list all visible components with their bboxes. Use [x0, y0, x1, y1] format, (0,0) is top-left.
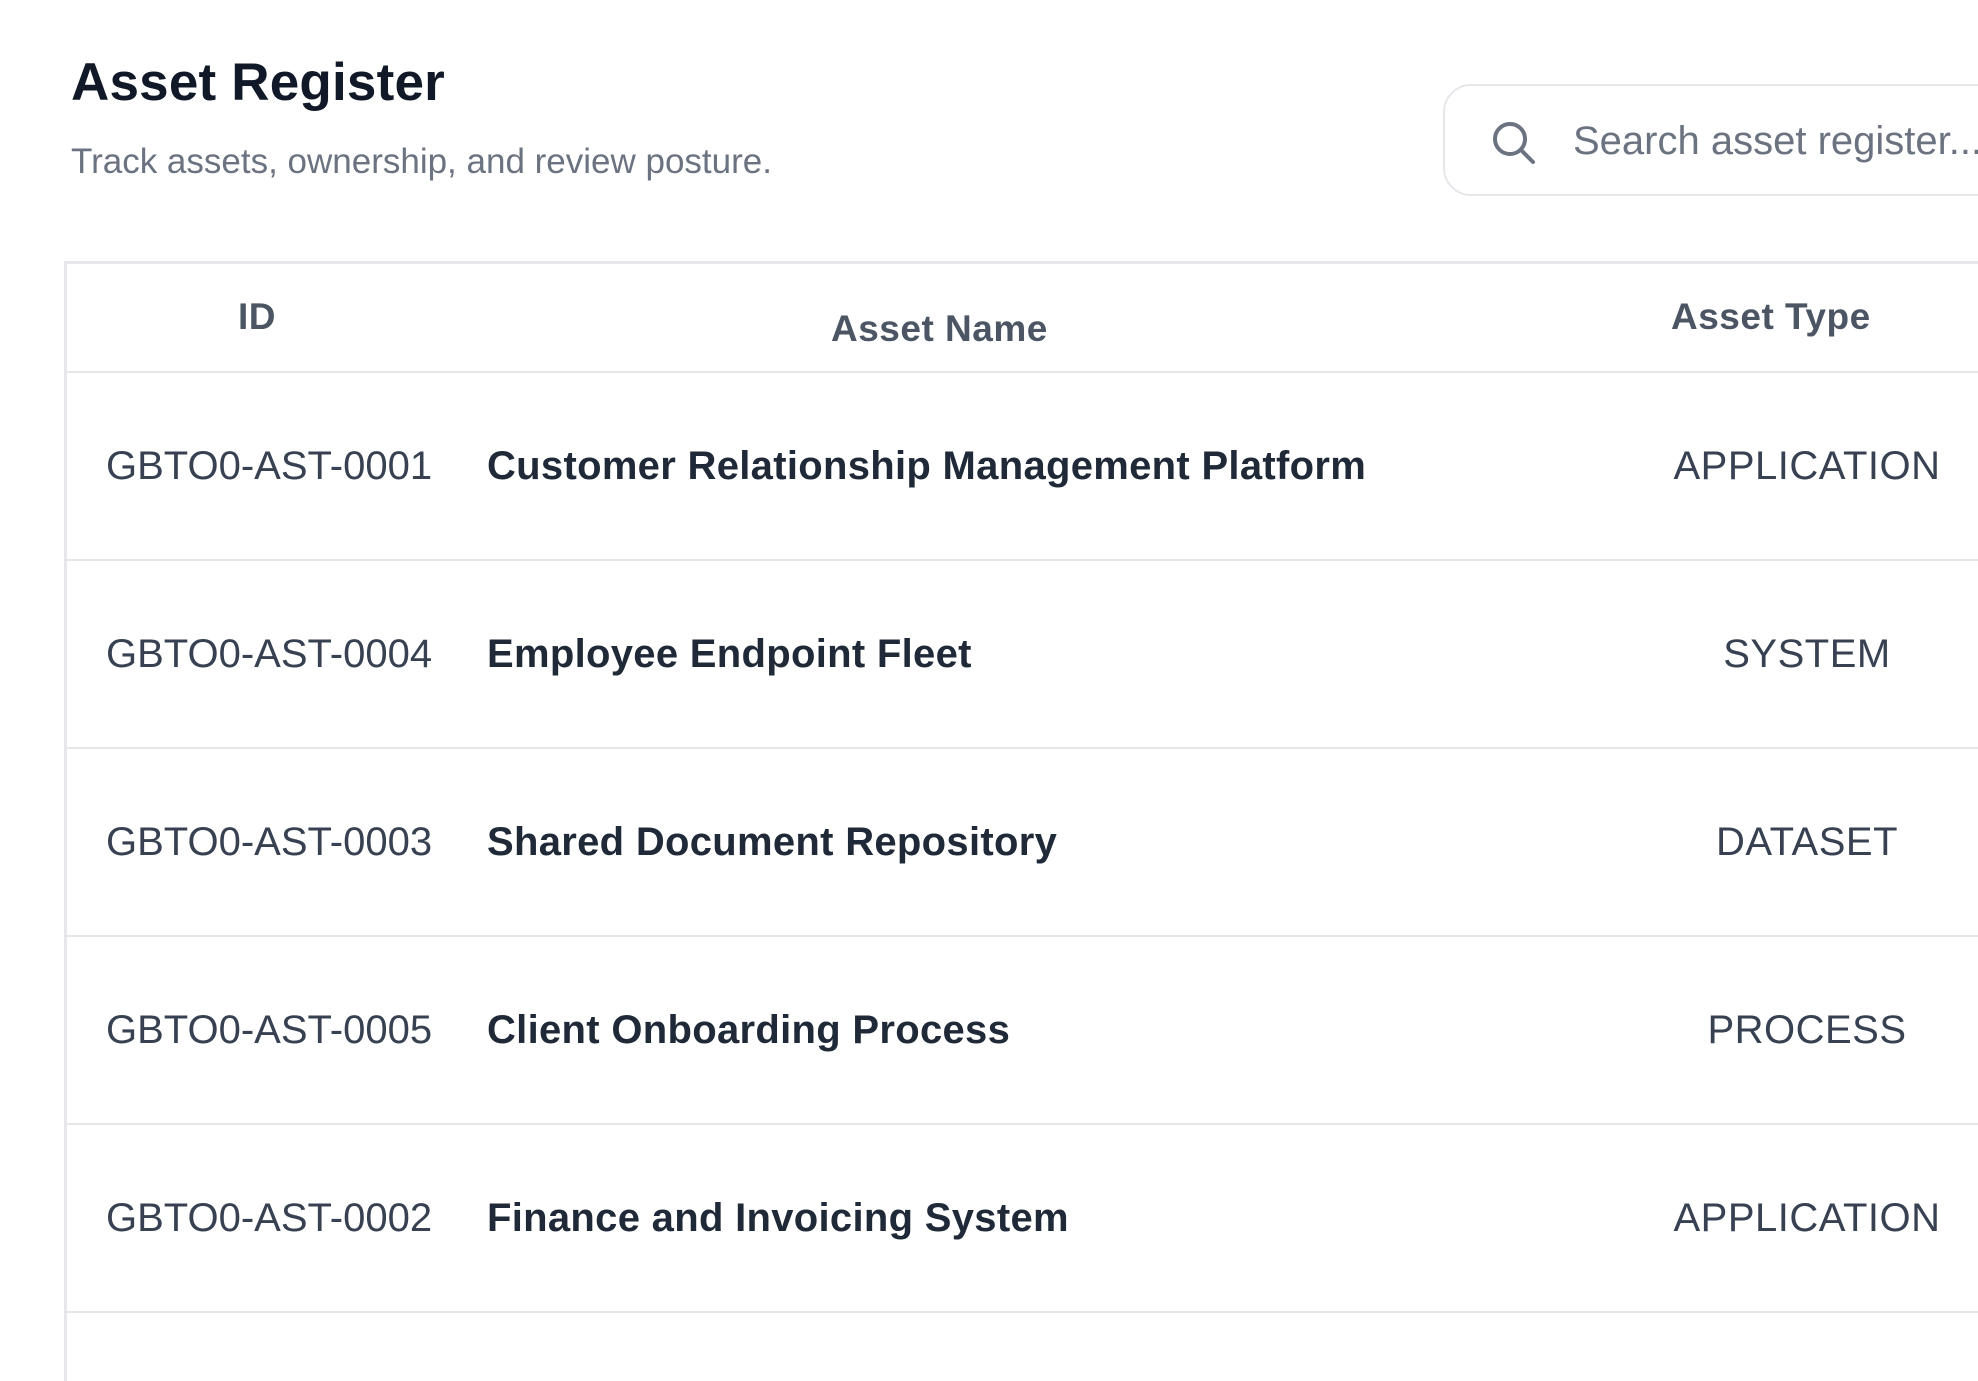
- table-row[interactable]: GBTO0-AST-0005 Client Onboarding Process…: [67, 936, 1978, 1124]
- asset-id-cell: GBTO0-AST-0001: [106, 443, 433, 488]
- asset-table: ID Asset Name Asset Type GBTO0-AST-0001 …: [64, 261, 1978, 1381]
- asset-type-cell: SYSTEM: [1723, 631, 1891, 676]
- asset-id-cell: GBTO0-AST-0003: [106, 819, 433, 864]
- table-header-row: ID Asset Name Asset Type: [67, 264, 1978, 373]
- asset-type-cell: PROCESS: [1707, 1007, 1907, 1052]
- table-row[interactable]: GBTO0-AST-0004 Employee Endpoint Fleet S…: [67, 560, 1978, 748]
- asset-name-cell: Client Onboarding Process: [487, 1007, 1011, 1052]
- column-header-asset-type[interactable]: Asset Type: [1587, 264, 1978, 373]
- asset-name-cell: Customer Relationship Management Platfor…: [487, 443, 1367, 488]
- asset-id-cell: GBTO0-AST-0004: [106, 631, 433, 676]
- asset-type-cell: APPLICATION: [1673, 1195, 1941, 1240]
- asset-name-cell: Employee Endpoint Fleet: [487, 631, 972, 676]
- search-input[interactable]: [1573, 106, 1978, 176]
- table-row[interactable]: GBTO0-AST-0003 Shared Document Repositor…: [67, 748, 1978, 936]
- search-icon: [1489, 118, 1539, 168]
- asset-type-cell: APPLICATION: [1673, 443, 1941, 488]
- page-title: Asset Register: [71, 53, 445, 112]
- asset-name-cell: Shared Document Repository: [487, 819, 1058, 864]
- page-subtitle: Track assets, ownership, and review post…: [71, 142, 772, 181]
- asset-id-cell: GBTO0-AST-0005: [106, 1007, 433, 1052]
- asset-id-cell: GBTO0-AST-0002: [106, 1195, 433, 1240]
- column-header-asset-name[interactable]: Asset Name: [487, 264, 1587, 373]
- asset-name-cell: Finance and Invoicing System: [487, 1195, 1069, 1240]
- table-row[interactable]: GBTO0-AST-0002 Finance and Invoicing Sys…: [67, 1124, 1978, 1312]
- asset-type-cell: DATASET: [1715, 819, 1899, 864]
- column-header-id[interactable]: ID: [67, 264, 487, 373]
- table-row[interactable]: GBTO0-AST-0001 Customer Relationship Man…: [67, 372, 1978, 560]
- search-box[interactable]: [1443, 84, 1978, 196]
